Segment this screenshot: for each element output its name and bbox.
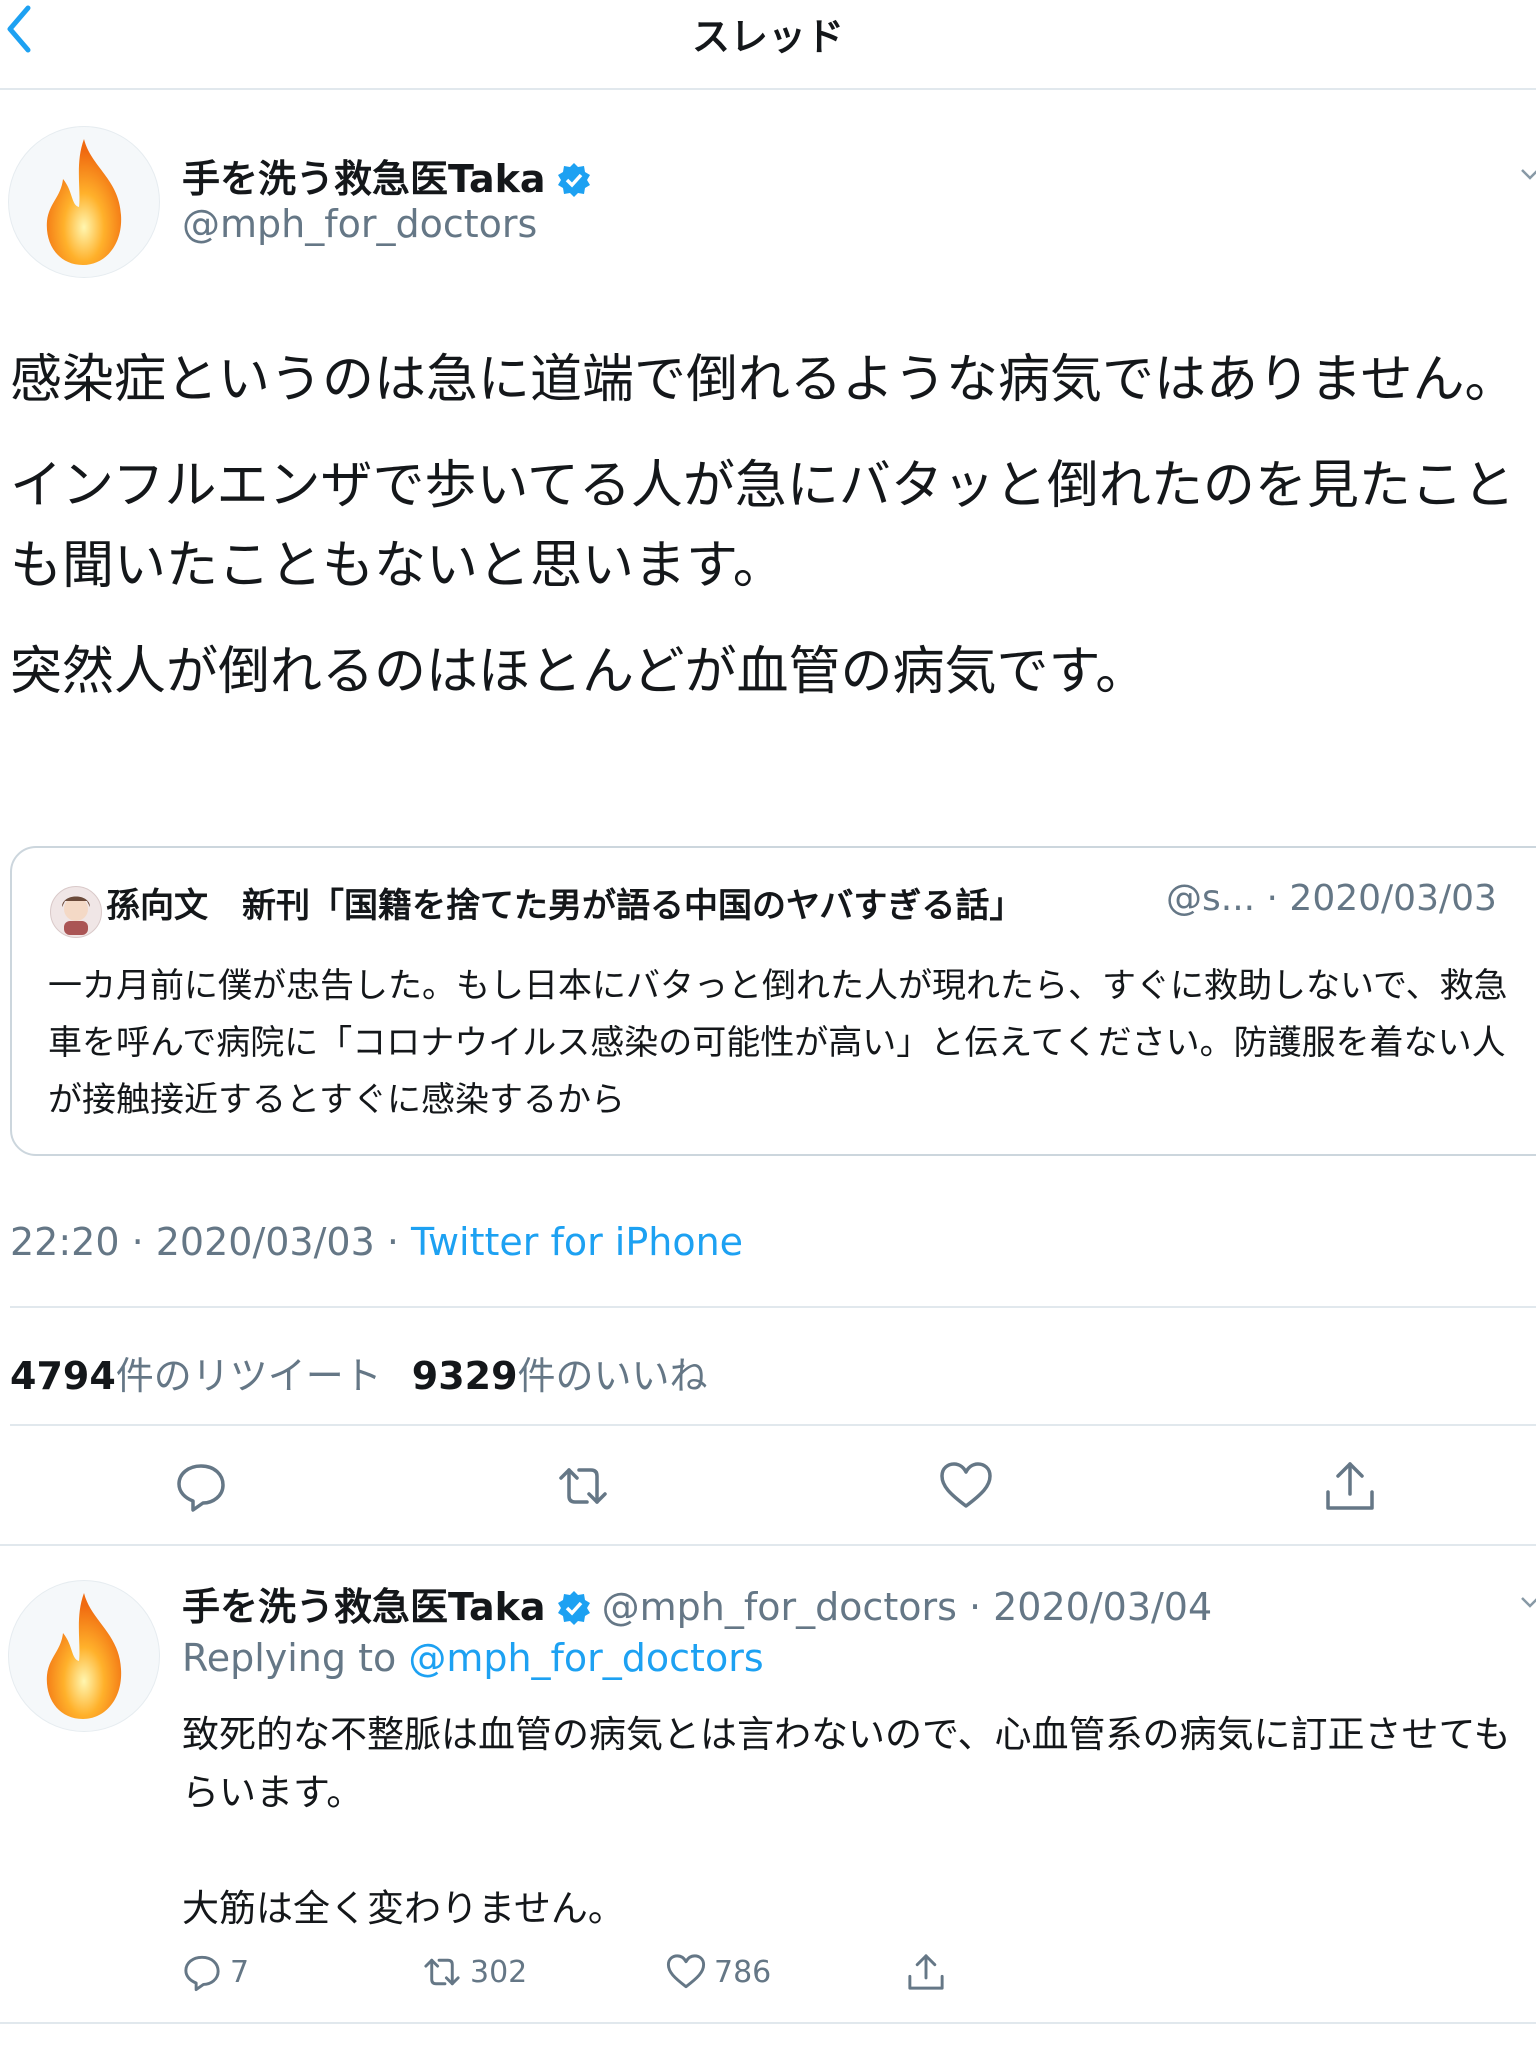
reply-handle-date: @mph_for_doctors · 2020/03/04 [601, 1585, 1213, 1629]
like-count[interactable]: 9329 [412, 1354, 518, 1398]
divider [10, 1424, 1536, 1426]
retweet-count[interactable]: 4794 [10, 1354, 116, 1398]
tweet-text: 感染症というのは急に道端で倒れるような病気ではありません。 インフルエンザで歩い… [10, 340, 1536, 738]
reply-paragraph: 致死的な不整脈は血管の病気とは言わないので、心血管系の病気に訂正させてもらいます… [182, 1713, 1511, 1814]
verified-badge-icon [557, 1591, 590, 1625]
reply-count: 7 [230, 1954, 250, 1990]
divider [10, 1306, 1536, 1308]
retweet-icon[interactable] [553, 1456, 613, 1516]
retweet-count: 302 [470, 1954, 528, 1990]
reply-icon [184, 1955, 220, 1992]
like-button[interactable]: 786 [664, 1950, 771, 1994]
quoted-author-name: 孫向文 新刊「国籍を捨てた男が語る中国のヤバすぎる話」 [106, 886, 1024, 926]
tweet-paragraph: 突然人が倒れるのはほとんどが血管の病気です。 [10, 642, 1148, 702]
author-name[interactable]: 手を洗う救急医Taka [182, 148, 592, 203]
quoted-handle-date: @s... · 2020/03/03 [1166, 878, 1497, 919]
divider [0, 1544, 1536, 1546]
tweet-source-link[interactable]: Twitter for iPhone [411, 1220, 743, 1264]
verified-badge-icon [557, 163, 590, 197]
quoted-avatar [50, 886, 102, 938]
caret-down-icon[interactable] [1518, 1590, 1536, 1614]
reply-avatar[interactable] [8, 1580, 160, 1732]
reply-author-name[interactable]: 手を洗う救急医Taka [182, 1585, 546, 1629]
tweet-paragraph: インフルエンザで歩いてる人が急にバタッと倒れたのを見たことも聞いたこともないと思… [10, 456, 1515, 596]
heart-icon[interactable] [936, 1456, 996, 1516]
caret-down-icon[interactable] [1518, 162, 1536, 186]
tweet-timestamp: 22:20 · 2020/03/03 · Twitter for iPhone [10, 1220, 744, 1264]
quoted-text: 一カ月前に僕が忠告した。もし日本にバタっと倒れた人が現れたら、すぐに救助しないで… [48, 966, 1508, 1120]
engagement-stats: 4794件のリツイート 9329件のいいね [10, 1345, 738, 1400]
author-handle[interactable]: @mph_for_doctors [182, 202, 537, 246]
replying-to-mention[interactable]: @mph_for_doctors [408, 1636, 763, 1680]
tweet-paragraph: 感染症というのは急に道端で倒れるような病気ではありません。 [10, 350, 1517, 410]
like-count: 786 [714, 1954, 772, 1990]
retweet-icon [424, 1958, 460, 1986]
reply-icon[interactable] [171, 1456, 231, 1516]
avatar[interactable] [8, 126, 160, 278]
replying-to: Replying to @mph_for_doctors [182, 1636, 764, 1680]
page-title: スレッド [691, 15, 844, 59]
heart-icon [666, 1954, 706, 1989]
share-icon [908, 1954, 944, 1990]
reply-button[interactable]: 7 [180, 1950, 249, 1994]
share-icon[interactable] [1320, 1456, 1380, 1516]
share-button[interactable] [904, 1950, 948, 1994]
divider [0, 2022, 1536, 2024]
retweet-button[interactable]: 302 [420, 1950, 527, 1994]
reply-header[interactable]: 手を洗う救急医Taka @mph_for_doctors · 2020/03/04 [182, 1576, 1212, 1631]
reply-paragraph [182, 1822, 1536, 1880]
retweet-label[interactable]: 件のリツイート [116, 1354, 382, 1398]
like-label[interactable]: 件のいいね [518, 1354, 708, 1398]
quoted-tweet[interactable]: 孫向文 新刊「国籍を捨てた男が語る中国のヤバすぎる話」 @s... · 2020… [10, 846, 1536, 1156]
reply-paragraph: 大筋は全く変わりません。 [182, 1887, 625, 1930]
reply-text: 致死的な不整脈は血管の病気とは言わないので、心血管系の病気に訂正させてもらいます… [182, 1706, 1536, 1938]
